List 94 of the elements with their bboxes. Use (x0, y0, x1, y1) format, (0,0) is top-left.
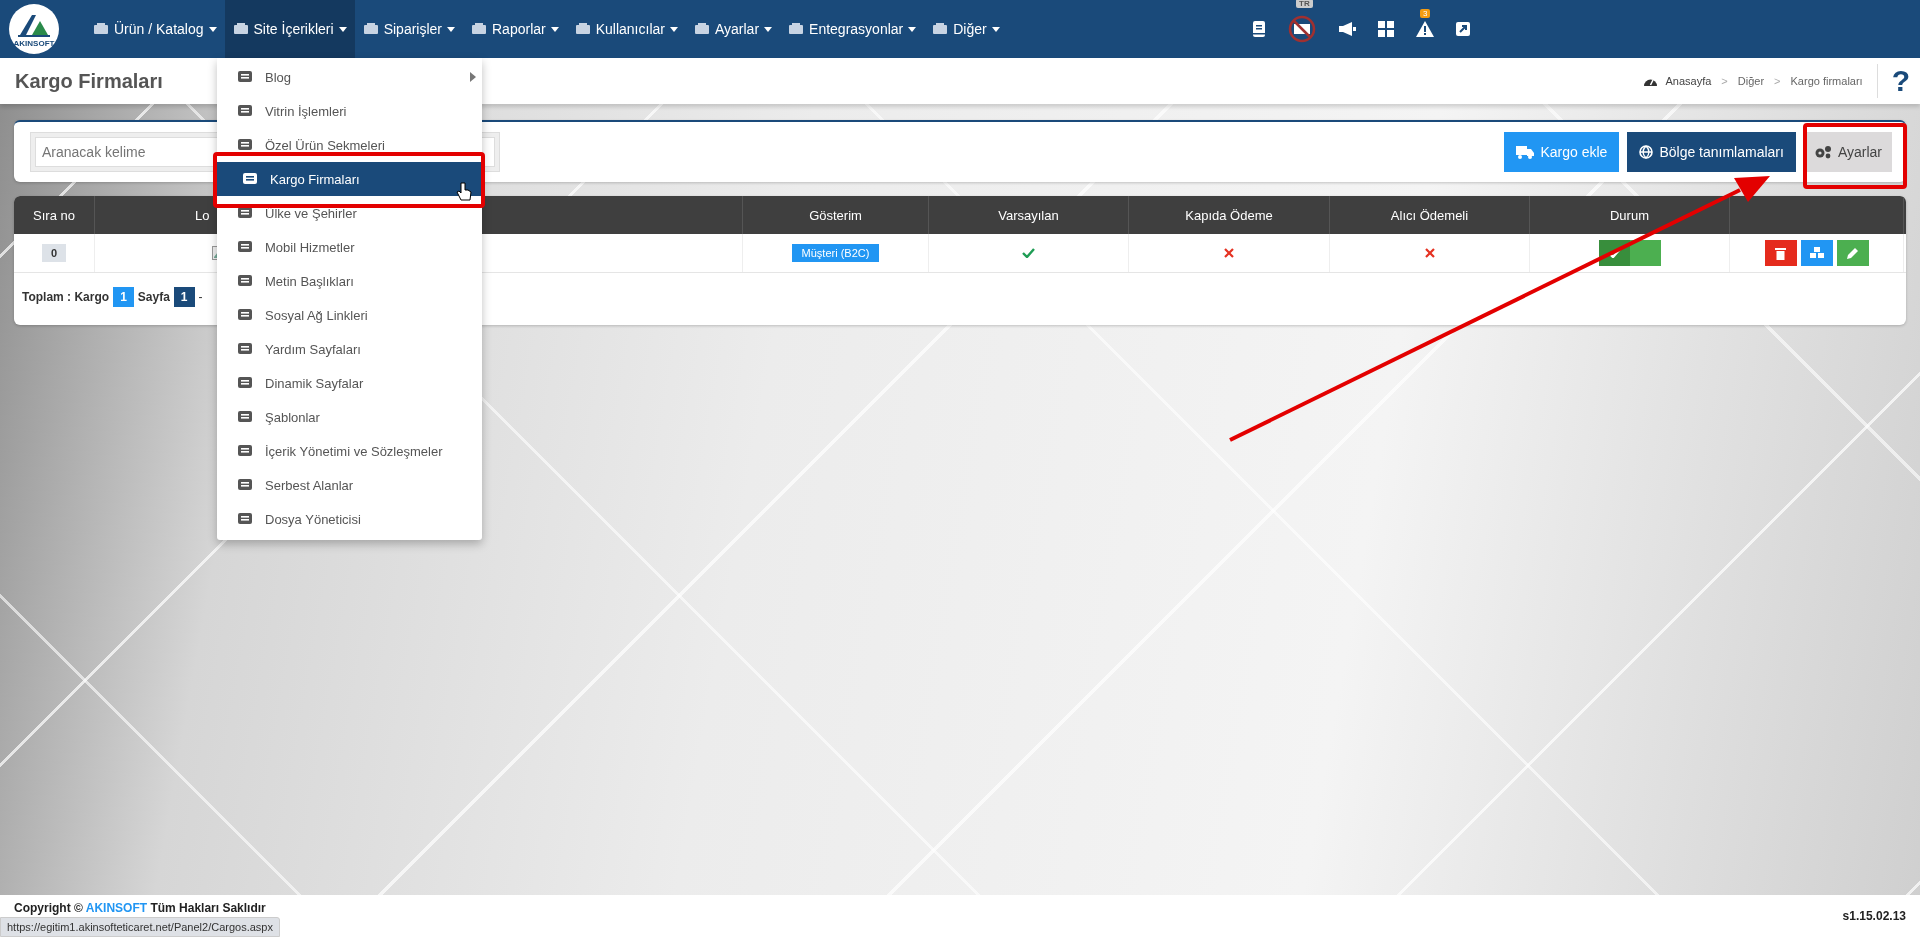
column-header: Durum (1610, 207, 1649, 223)
menu-item[interactable]: Ayarlar (685, 0, 781, 58)
list-icon (237, 444, 253, 458)
version-text: s1.15.02.13 (1842, 908, 1906, 925)
grid-icon[interactable] (1378, 21, 1394, 37)
caret-icon (447, 26, 455, 32)
column-header: Lo (195, 207, 210, 223)
order-badge: 0 (41, 244, 67, 262)
dropdown-item[interactable]: Mobil Hizmetler (217, 230, 482, 264)
breadcrumb-link[interactable]: Diğer (1737, 75, 1765, 87)
logo[interactable]: AKINSOFT (9, 4, 59, 54)
dropdown-item[interactable]: Vitrin İşlemleri (217, 94, 482, 128)
list-icon (237, 342, 253, 356)
column-header: Alıcı Ödemeli (1390, 207, 1469, 223)
language-badge: TR (1296, 0, 1313, 8)
box-icon (93, 22, 109, 36)
pager-label: Toplam : Kargo (22, 290, 110, 304)
menu-item[interactable]: Kullanıcılar (566, 0, 686, 58)
dropdown-item[interactable]: İçerik Yönetimi ve Sözleşmeler (217, 434, 482, 468)
list-icon (237, 376, 253, 390)
box-icon (693, 22, 710, 36)
cubes-icon (1809, 247, 1824, 259)
display-badge: Müşteri (B2C) (791, 244, 880, 262)
column-header: Varsayılan (998, 207, 1059, 223)
box-icon (471, 22, 487, 36)
menu-item[interactable]: Site İçerikleri (224, 0, 355, 58)
menu-item[interactable]: Raporlar (463, 0, 567, 58)
dropdown-item[interactable]: Serbest Alanlar (217, 468, 482, 502)
pager-label: Sayfa (137, 290, 170, 304)
caret-icon (550, 26, 559, 32)
column-header: Sıra no (33, 207, 75, 223)
list-icon (237, 70, 253, 84)
trash-icon (1775, 246, 1786, 260)
dropdown-item[interactable]: Blog (217, 60, 482, 94)
truck-icon (1516, 145, 1535, 159)
delete-button[interactable] (1764, 240, 1797, 266)
dropdown-item[interactable]: Dosya Yöneticisi (217, 502, 482, 536)
dropdown-item[interactable]: Özel Ürün Sekmeleri (217, 128, 482, 162)
caret-icon (991, 26, 1000, 32)
dropdown-item[interactable]: Kargo Firmaları (217, 162, 482, 196)
caret-icon (208, 26, 217, 32)
cubes-button[interactable] (1800, 240, 1833, 266)
caret-icon (669, 26, 678, 32)
pencil-icon (1846, 247, 1859, 259)
help-link[interactable]: ? (1876, 64, 1920, 98)
box-icon (788, 22, 805, 36)
breadcrumb-link[interactable]: Anasayfa (1665, 75, 1712, 87)
page-button[interactable]: 1 (173, 287, 195, 307)
menu-item[interactable]: Ürün / Katalog (85, 0, 225, 58)
globe-icon (1639, 145, 1654, 159)
list-icon (237, 308, 253, 322)
menu-item[interactable]: Entegrasyonlar (780, 0, 925, 58)
dropdown-item[interactable]: Ülke ve Şehirler (217, 196, 482, 230)
gears-icon (1813, 145, 1832, 159)
column-header: Gösterim (809, 207, 862, 223)
caret-icon (908, 26, 917, 32)
edit-button[interactable] (1836, 240, 1869, 266)
list-icon (237, 206, 253, 220)
box-icon (362, 22, 379, 36)
column-header: Kapıda Ödeme (1185, 207, 1273, 223)
dropdown-item[interactable]: Sosyal Ağ Linkleri (217, 298, 482, 332)
menu-item[interactable]: Siparişler (354, 0, 463, 58)
list-icon (237, 274, 253, 288)
page-title: Kargo Firmaları (15, 69, 163, 93)
caret-icon (338, 26, 347, 32)
caret-icon (764, 26, 773, 32)
external-link-icon[interactable] (1456, 22, 1470, 36)
dropdown-item[interactable]: Dinamik Sayfalar (217, 366, 482, 400)
dropdown-item[interactable]: Yardım Sayfaları (217, 332, 482, 366)
hand-cursor-icon (456, 182, 472, 202)
regions-button[interactable]: Bölge tanımlamaları (1627, 132, 1796, 172)
warning-icon[interactable] (1416, 21, 1434, 37)
book-icon[interactable] (1252, 21, 1266, 37)
list-icon (237, 138, 253, 152)
breadcrumb-separator: > (1721, 75, 1728, 87)
status-url: https://egitim1.akinsofteticaret.net/Panel2/Cargos.aspx (0, 917, 280, 937)
dropdown-item[interactable]: Metin Başlıkları (217, 264, 482, 298)
list-icon (237, 478, 253, 492)
pager-separator: - (198, 290, 203, 304)
box-icon (932, 22, 949, 36)
alert-count-badge: 3 (1420, 9, 1431, 18)
breadcrumb-link[interactable]: Kargo firmaları (1790, 75, 1863, 87)
list-icon (237, 240, 253, 254)
list-icon (242, 172, 258, 186)
dropdown-item[interactable]: Şablonlar (217, 400, 482, 434)
total-count-badge: 1 (113, 287, 134, 307)
box-icon (232, 22, 249, 36)
breadcrumb-separator: > (1774, 75, 1781, 87)
list-icon (237, 512, 253, 526)
list-icon (237, 410, 253, 424)
megaphone-icon[interactable] (1338, 21, 1356, 37)
list-icon (237, 104, 253, 118)
menu-item[interactable]: Diğer (924, 0, 1008, 58)
box-icon (574, 22, 591, 36)
